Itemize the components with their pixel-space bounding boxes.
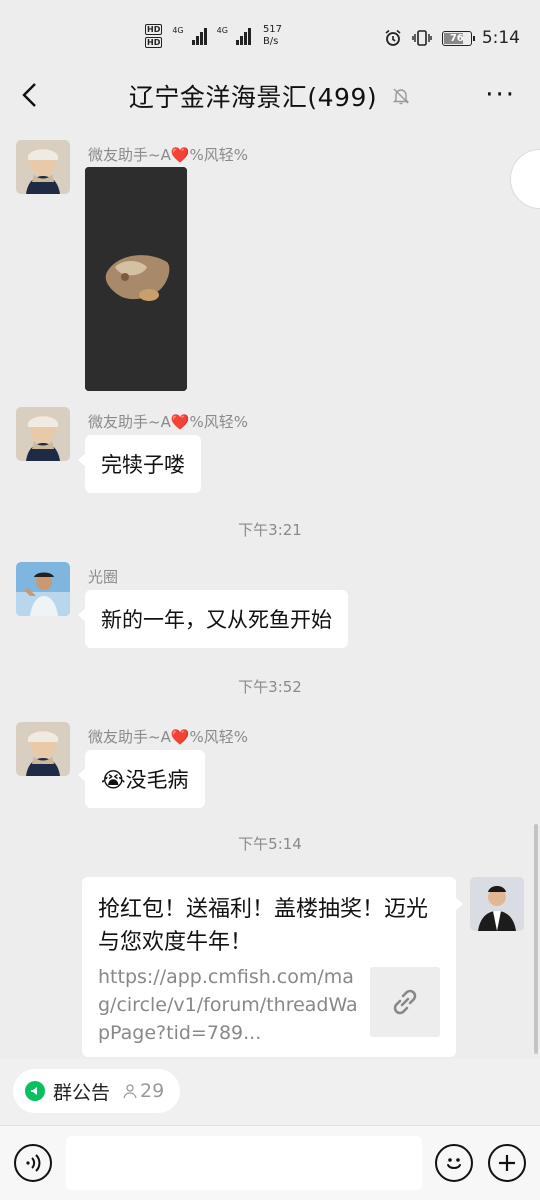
message-input[interactable] (66, 1136, 422, 1190)
emoji-icon[interactable] (435, 1144, 473, 1182)
status-bar: HD HD 4G 4G 517 B/s 76 5:14 (0, 0, 540, 68)
link-icon (370, 967, 440, 1037)
bell-muted-icon (392, 88, 410, 105)
image-message[interactable] (85, 167, 187, 391)
hd-badge: HD (145, 37, 163, 48)
chat-header: 辽宁金洋海景汇(499) ··· (0, 68, 540, 124)
text-message[interactable]: 新的一年，又从死鱼开始 (78, 590, 348, 648)
timestamp: 下午5:14 (238, 835, 302, 853)
net-speed: 517 B/s (262, 24, 283, 47)
text-message[interactable]: 完犊子喽 (78, 435, 201, 493)
more-options-button[interactable]: ··· (485, 80, 516, 110)
link-url: https://app.cmfish.com/mag/circle/v1/for… (98, 966, 358, 1044)
sender-name: 微友助手~A❤️%风轻% (88, 728, 249, 746)
battery-level: 76 (449, 32, 464, 44)
timestamp: 下午3:21 (238, 521, 302, 539)
signal-icon (235, 27, 251, 45)
avatar[interactable] (16, 140, 70, 194)
sender-name: 光圈 (88, 568, 119, 586)
hd-badge: HD (145, 24, 163, 35)
member-count: 29 (122, 1080, 164, 1102)
announcement-icon (25, 1081, 45, 1101)
avatar[interactable] (470, 877, 524, 931)
avatar[interactable] (16, 407, 70, 461)
timestamp: 下午3:52 (238, 678, 302, 696)
announcement-bar: 群公告 29 (0, 1059, 540, 1125)
announcement-label: 群公告 (53, 1081, 111, 1104)
announcement-button[interactable]: 群公告 29 (13, 1069, 181, 1113)
system-indicators: 76 5:14 (384, 28, 520, 48)
network-type: 4G (216, 25, 228, 35)
back-chevron-icon[interactable] (16, 80, 46, 110)
network-type: 4G (172, 25, 184, 35)
person-icon (123, 1084, 137, 1099)
scrollbar[interactable] (534, 824, 538, 1054)
alarm-icon (385, 29, 401, 46)
message-list[interactable]: 微友助手~A❤️%风轻% 微友助手~A❤️%风轻% 完犊子喽 下午3:21 光圈… (0, 124, 540, 1059)
sender-name: 微友助手~A❤️%风轻% (88, 413, 249, 431)
battery-icon: 76 (441, 30, 475, 46)
link-title: 抢红包！送福利！盖楼抽奖！迈光与您欢度牛年！ (98, 897, 429, 955)
network-indicators: HD HD 4G 4G 517 B/s (145, 24, 282, 48)
input-bar (0, 1125, 540, 1200)
avatar[interactable] (16, 722, 70, 776)
plus-icon[interactable] (488, 1144, 526, 1182)
vibrate-icon (412, 30, 432, 46)
sender-name: 微友助手~A❤️%风轻% (88, 146, 249, 164)
voice-icon[interactable] (14, 1144, 52, 1182)
page-title: 辽宁金洋海景汇(499) (128, 83, 378, 112)
clock: 5:14 (481, 28, 520, 48)
text-message[interactable]: 😭没毛病 (78, 750, 205, 808)
link-card[interactable]: 抢红包！送福利！盖楼抽奖！迈光与您欢度牛年！ https://app.cmfis… (82, 877, 463, 1057)
floating-ball[interactable] (510, 149, 540, 209)
signal-icon (191, 27, 207, 45)
avatar[interactable] (16, 562, 70, 616)
